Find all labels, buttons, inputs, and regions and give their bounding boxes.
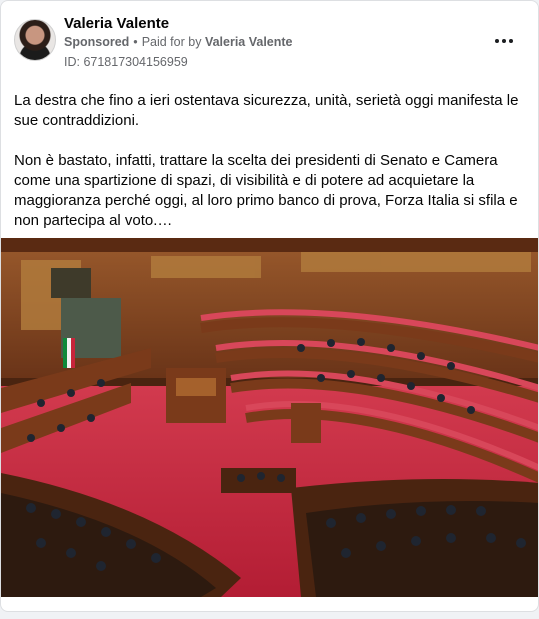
more-options-button[interactable]: [490, 29, 518, 53]
senate-chamber-illustration: [1, 238, 538, 597]
post-image-senate-chamber[interactable]: [1, 238, 538, 597]
sponsored-label[interactable]: Sponsored: [64, 35, 129, 49]
ad-id: ID: 671817304156959: [64, 55, 188, 69]
paid-for-prefix: Paid for by: [141, 35, 202, 49]
more-horizontal-icon: [494, 39, 515, 43]
author-name[interactable]: Valeria Valente: [64, 15, 169, 32]
separator-dot: •: [133, 35, 138, 49]
post-header: Valeria Valente Sponsored • Paid for by Va…: [1, 1, 538, 81]
post-text: La destra che fino a ieri ostentava sicu…: [14, 91, 519, 251]
paid-for-name[interactable]: Valeria Valente: [205, 35, 293, 49]
post-paragraph-2[interactable]: Non è bastato, infatti, trattare la scel…: [14, 151, 519, 231]
ad-post-card: Valeria Valente Sponsored • Paid for by Va…: [0, 0, 539, 612]
post-paragraph-1: La destra che fino a ieri ostentava sicu…: [14, 92, 519, 129]
author-avatar[interactable]: [14, 19, 56, 61]
sponsored-line: Sponsored • Paid for by Valeria Valente: [64, 35, 293, 49]
